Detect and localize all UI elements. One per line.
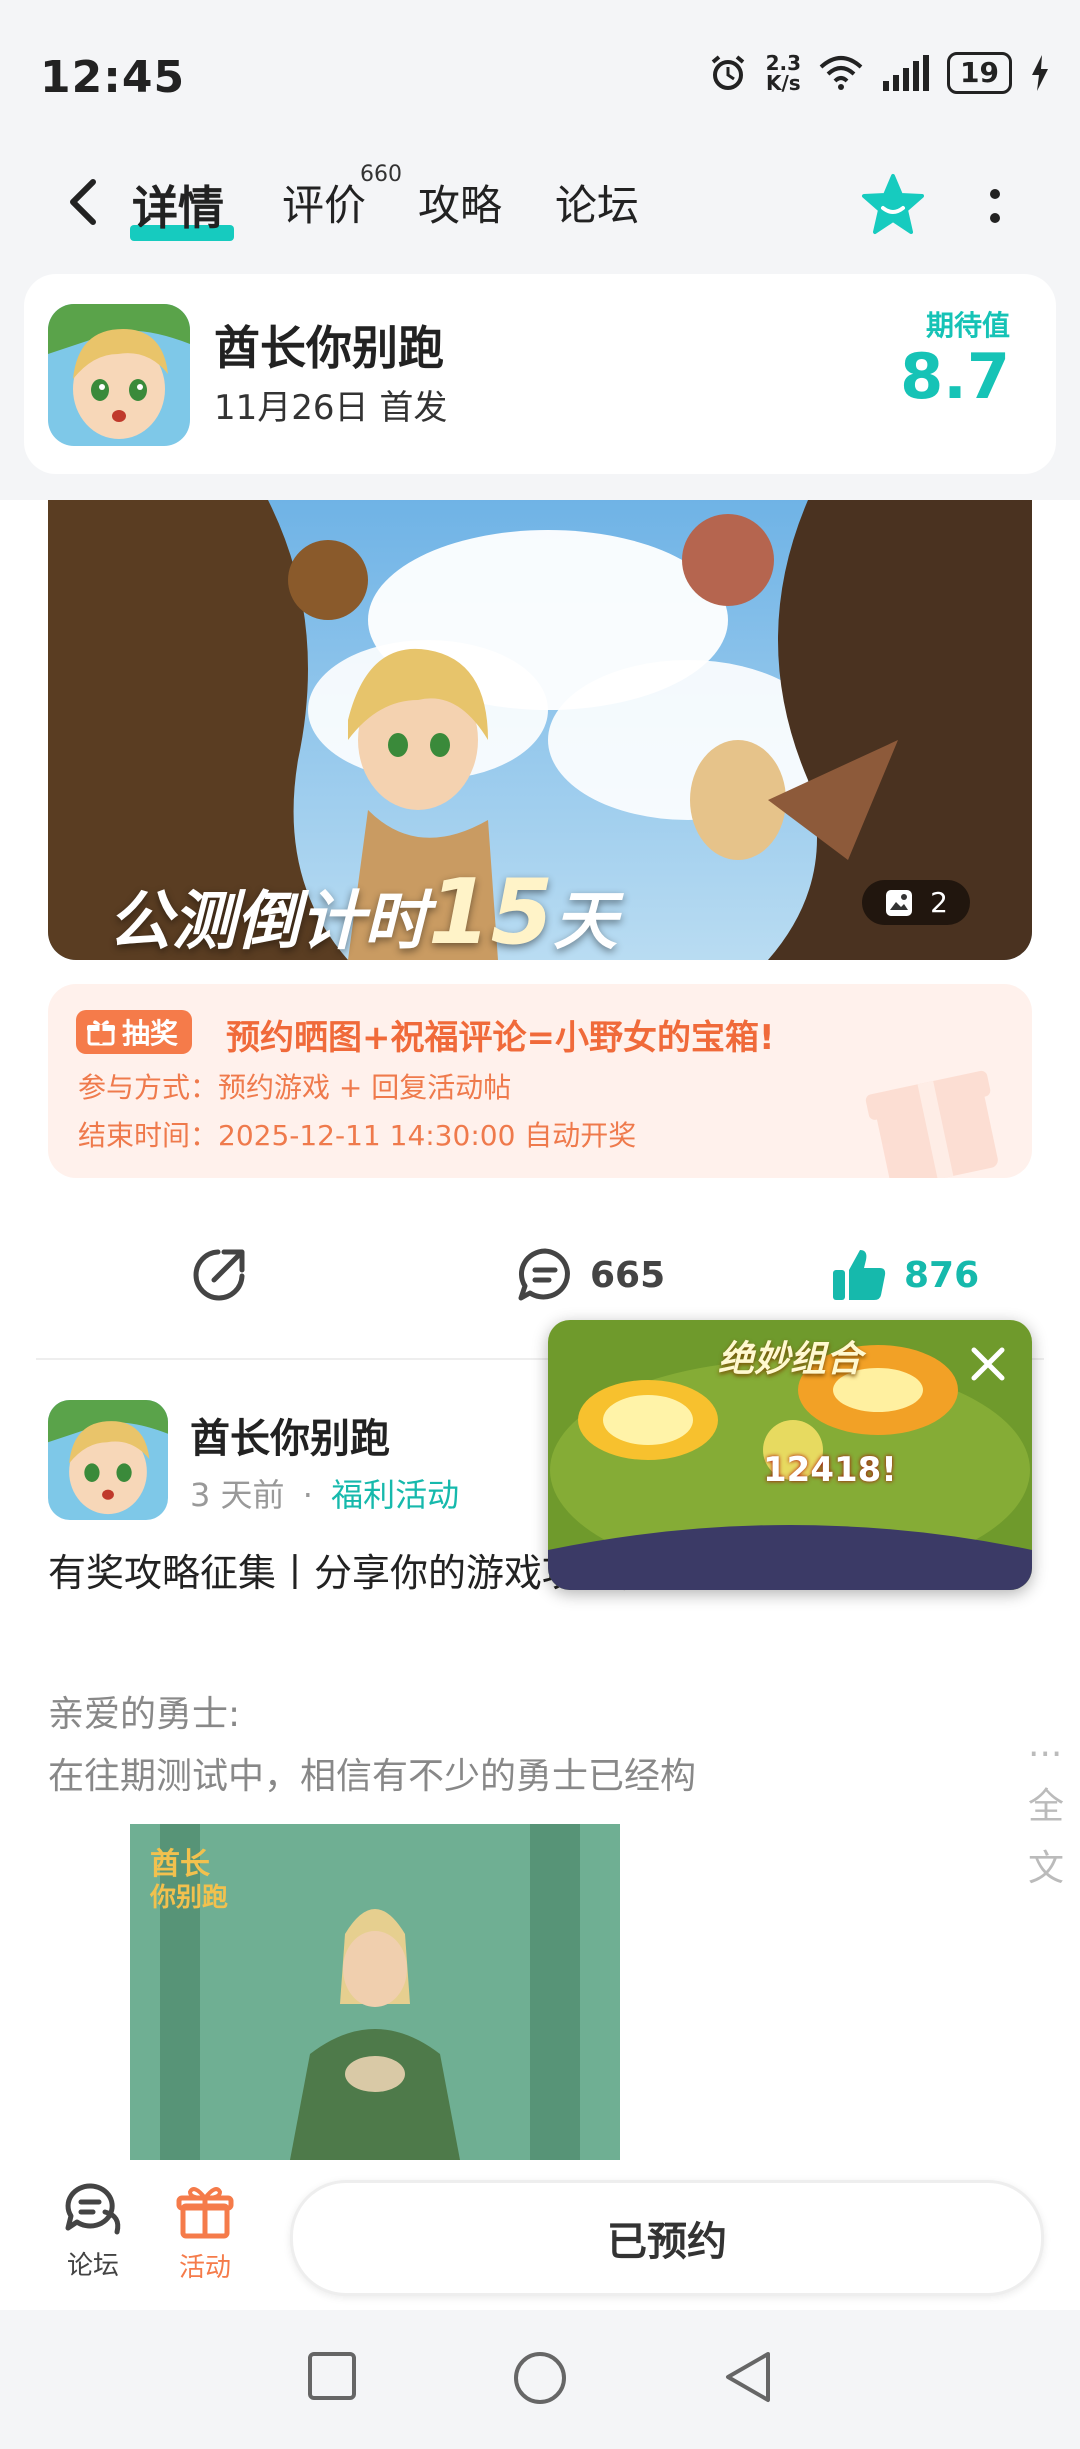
bottom-activity-label: 活动	[178, 2253, 231, 2283]
bottom-activity-button[interactable]: 活动	[150, 2182, 260, 2284]
banner-caption: 公测倒计时15天	[108, 860, 617, 960]
alarm-icon	[711, 55, 744, 90]
comment-button[interactable]: 665	[516, 1246, 665, 1304]
back-nav-icon[interactable]	[720, 2348, 774, 2406]
floating-video-player[interactable]: 绝妙组合 12418!	[548, 1320, 1032, 1590]
gift-icon	[176, 2187, 234, 2239]
video-score: 12418!	[763, 1450, 897, 1490]
battery-indicator: 19	[947, 52, 1012, 94]
wifi-icon	[819, 56, 863, 90]
share-icon	[193, 1249, 245, 1301]
follow-star-icon[interactable]	[860, 172, 926, 238]
read-more-link[interactable]: ... 全文	[1028, 1714, 1064, 1889]
banner-caption-number: 15	[428, 860, 554, 960]
status-time: 12:45	[40, 52, 186, 103]
banner-caption-prefix: 公测倒计时	[108, 885, 428, 959]
tab-reviews[interactable]: 评价	[282, 172, 366, 233]
lottery-badge: 抽奖	[76, 1010, 193, 1054]
gift-icon	[87, 1020, 115, 1046]
like-count: 876	[904, 1254, 980, 1296]
post-author-avatar[interactable]	[48, 1400, 168, 1520]
status-icons: 2.3 K/s 19	[708, 52, 1050, 94]
image-count-badge: 2	[862, 880, 970, 925]
charging-icon	[1032, 55, 1048, 91]
lottery-end-time: 结束时间：2025-12-11 14:30:00 自动开奖	[78, 1119, 637, 1152]
top-nav: 详情 评价 660 攻略 论坛	[0, 150, 1080, 260]
svg-text:酋长: 酋长	[150, 1847, 210, 1882]
lottery-participation: 参与方式：预约游戏 + 回复活动帖	[78, 1071, 512, 1104]
like-button[interactable]: 876	[830, 1246, 979, 1304]
tab-forum[interactable]: 论坛	[555, 172, 639, 233]
post-excerpt-line2: 在往期测试中，相信有不少的勇士已经构	[48, 1756, 697, 1797]
game-title: 酋长你别跑	[214, 321, 444, 375]
tab-guides[interactable]: 攻略	[418, 172, 502, 233]
share-button[interactable]	[190, 1246, 248, 1304]
network-speed: 2.3 K/s	[766, 53, 801, 93]
expectation-score: 8.7	[900, 340, 1010, 413]
post-excerpt[interactable]: 亲爱的勇士: 在往期测试中，相信有不少的勇士已经构 ... 全文	[48, 1684, 1064, 1889]
game-header-card: 酋长你别跑 11月26日 首发 期待值 8.7	[24, 274, 1056, 474]
bottom-forum-label: 论坛	[66, 2251, 119, 2281]
game-release-date: 11月26日 首发	[214, 388, 448, 428]
promo-banner-image[interactable]: 公测倒计时15天 2	[48, 500, 1032, 960]
reserved-button[interactable]: 已预约	[290, 2180, 1044, 2296]
game-icon[interactable]	[48, 304, 190, 446]
comment-count: 665	[590, 1254, 666, 1296]
post-image[interactable]: 酋长 你别跑	[130, 1824, 620, 2160]
expectation-label: 期待值	[925, 309, 1010, 342]
bottom-forum-button[interactable]: 论坛	[38, 2182, 148, 2282]
status-bar: 12:45 2.3 K/s 19	[0, 0, 1080, 140]
tab-details[interactable]: 详情	[132, 172, 224, 238]
lottery-title: 预约晒图+祝福评论=小野女的宝箱!	[226, 1018, 775, 1058]
lottery-badge-label: 抽奖	[122, 1017, 179, 1050]
post-meta: 3 天前 · 福利活动	[190, 1470, 459, 1516]
post-author-name[interactable]: 酋长你别跑	[190, 1406, 390, 1464]
svg-text:你别跑: 你别跑	[149, 1883, 228, 1913]
reviews-count-badge: 660	[360, 162, 402, 187]
thumbs-up-icon	[833, 1250, 886, 1300]
video-title: 绝妙组合	[718, 1339, 863, 1380]
speed-value: 2.3	[765, 51, 802, 75]
post-category[interactable]: 福利活动	[331, 1476, 459, 1514]
back-icon[interactable]	[55, 172, 115, 232]
bottom-action-bar: 论坛 活动 已预约	[0, 2160, 1080, 2310]
signal-icon	[883, 55, 930, 91]
home-icon[interactable]	[512, 2350, 568, 2406]
more-menu-icon[interactable]	[980, 180, 1010, 240]
post-meta-separator: ·	[302, 1476, 313, 1514]
close-icon[interactable]	[964, 1340, 1012, 1388]
lottery-promo-card[interactable]: 抽奖 预约晒图+祝福评论=小野女的宝箱! 参与方式：预约游戏 + 回复活动帖 结…	[48, 984, 1032, 1178]
forum-icon	[65, 2183, 121, 2235]
gallery-icon	[886, 889, 913, 916]
image-count: 2	[930, 886, 948, 919]
system-nav-bar	[0, 2310, 1080, 2449]
gift-watermark-icon	[865, 1070, 998, 1178]
recents-icon[interactable]	[306, 2350, 358, 2402]
comment-icon	[518, 1248, 570, 1301]
banner-caption-suffix: 天	[553, 885, 618, 959]
post-time: 3 天前	[190, 1476, 285, 1514]
post-excerpt-line1: 亲爱的勇士:	[48, 1694, 241, 1735]
speed-unit: K/s	[765, 71, 801, 95]
